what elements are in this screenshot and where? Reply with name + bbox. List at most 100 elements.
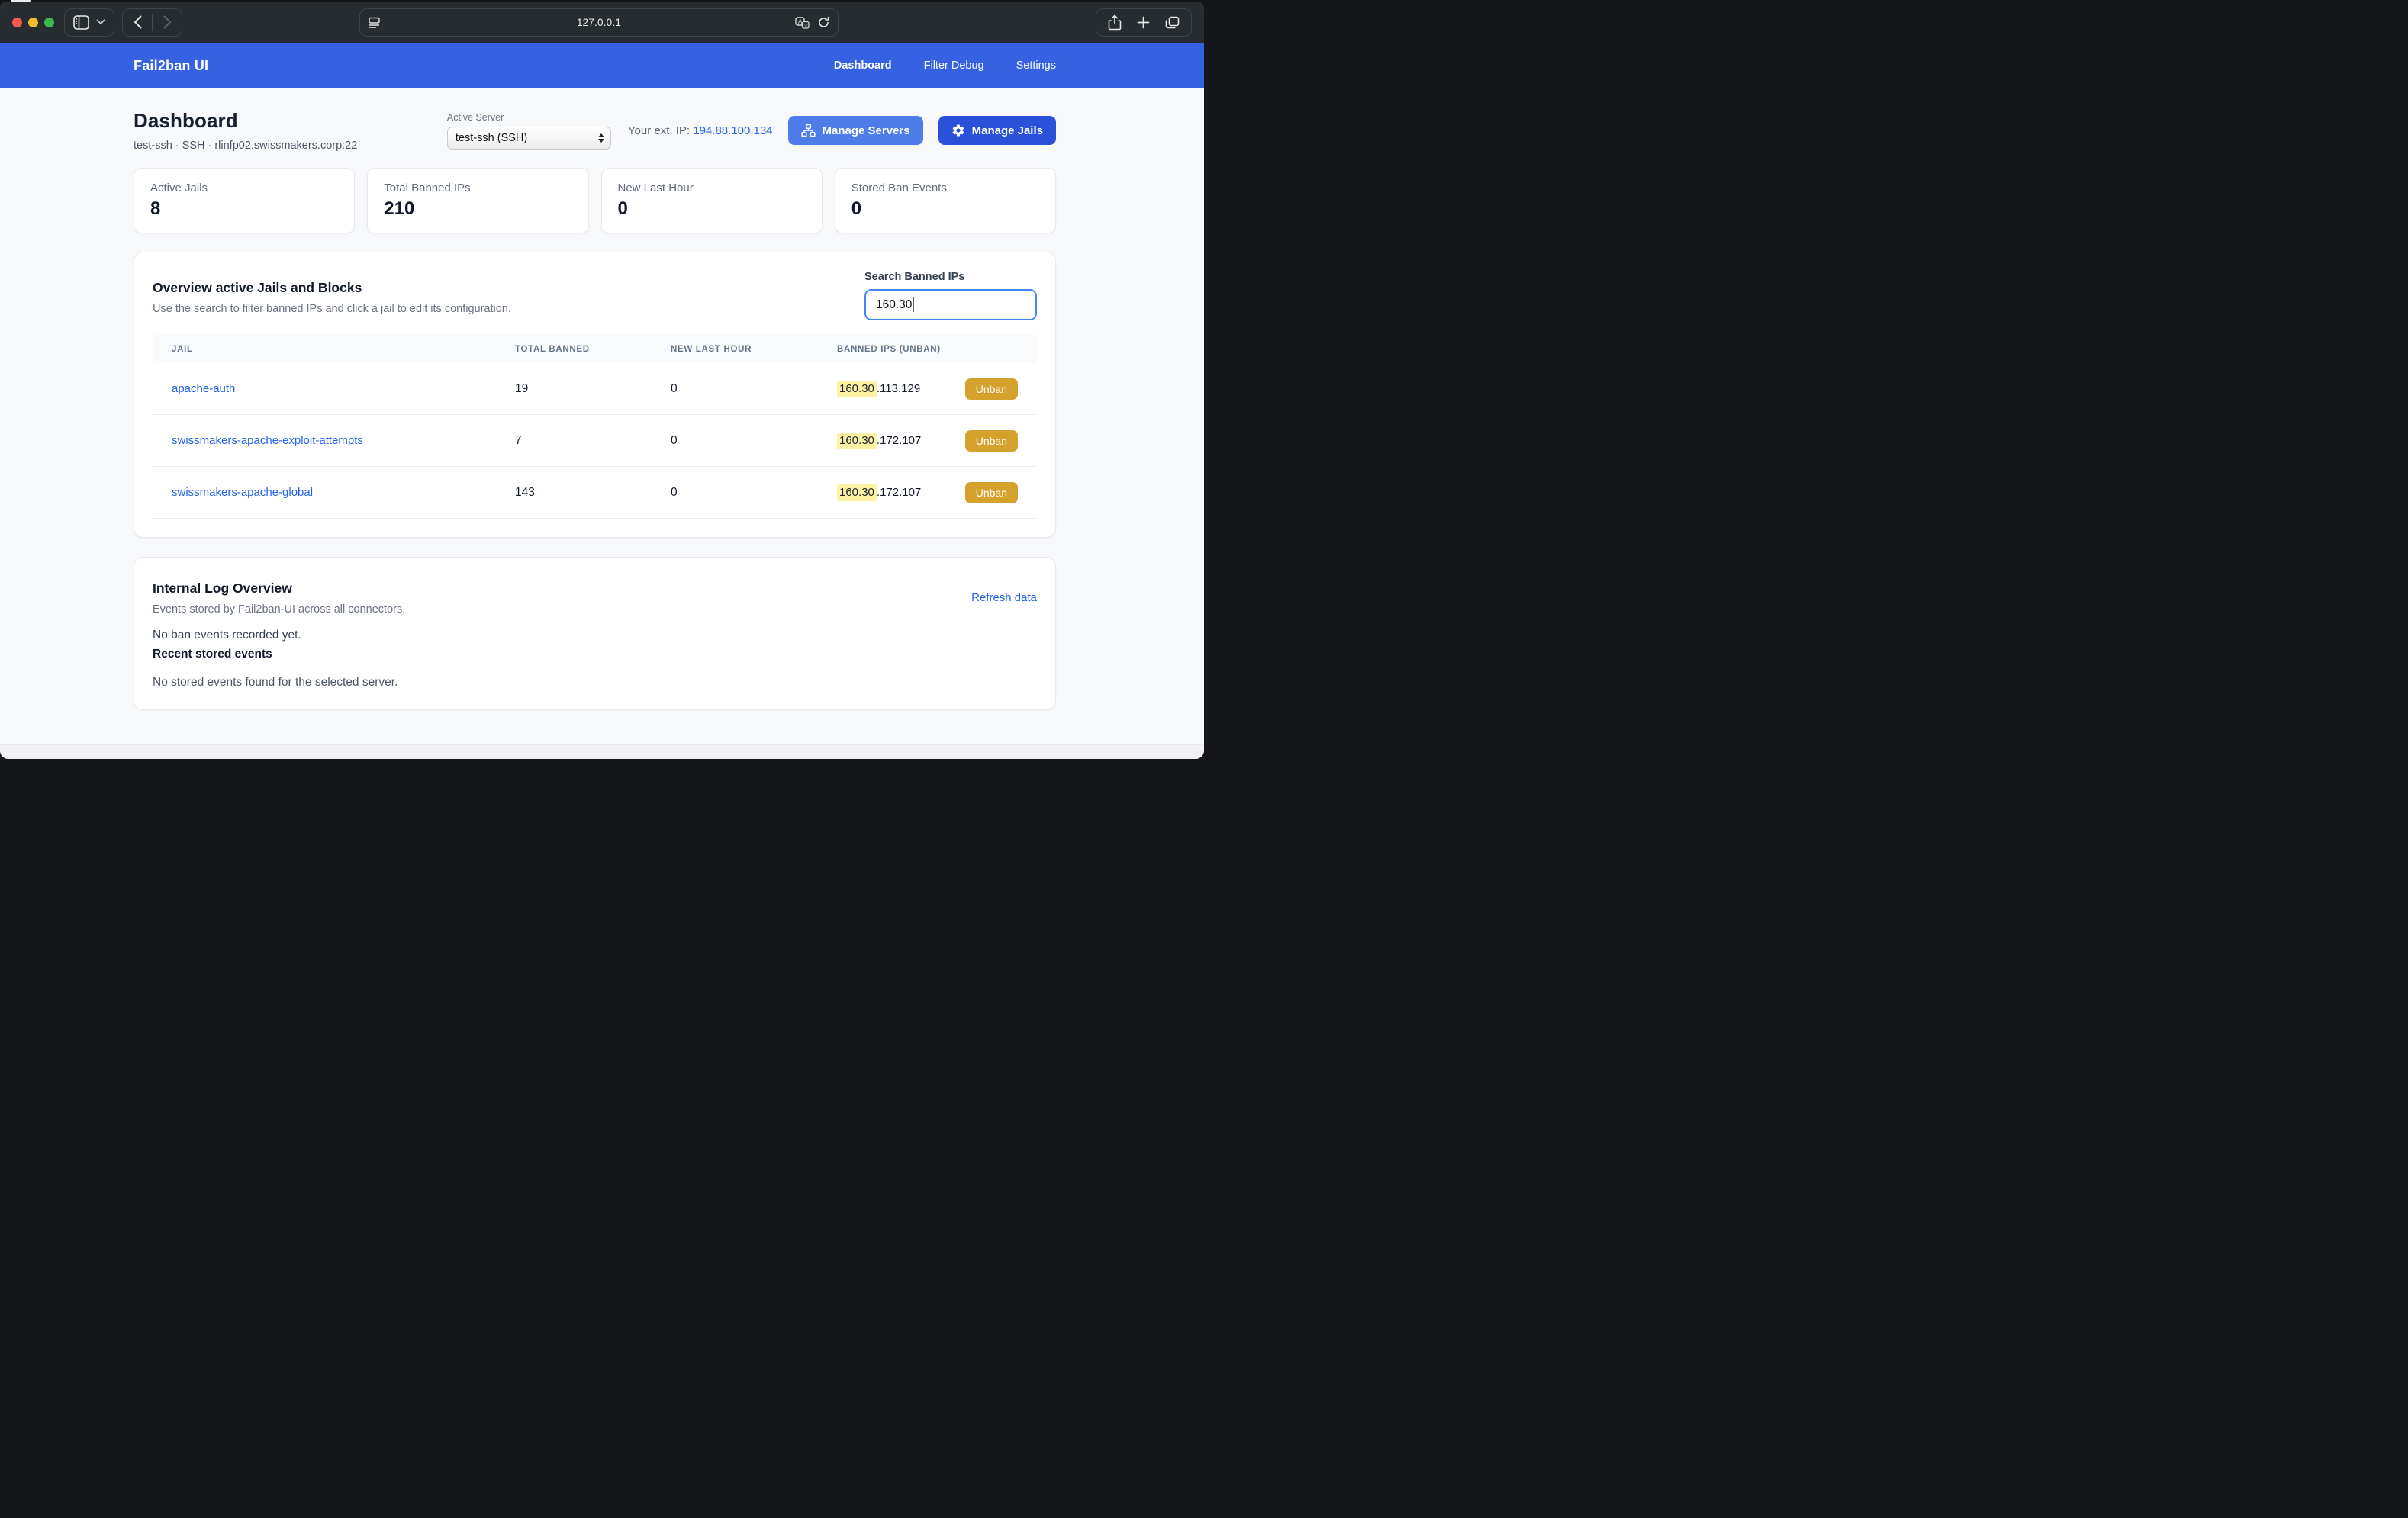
stat-cards: Active Jails 8 Total Banned IPs 210 New … (134, 168, 1056, 233)
browser-toolbar: 127.0.0.1 A ☆ (0, 2, 1204, 43)
search-input[interactable]: 160.30 (864, 289, 1037, 320)
sidebar-icon[interactable] (73, 15, 89, 30)
stat-value: 210 (384, 198, 571, 220)
ip-match-highlight: 160.30 (837, 433, 877, 449)
translate-icon[interactable]: A ☆ (795, 17, 810, 29)
back-button[interactable] (123, 9, 152, 36)
select-stepper-icon (598, 133, 604, 143)
search-input-value: 160.30 (876, 298, 912, 312)
browser-window: 127.0.0.1 A ☆ (0, 2, 1204, 759)
banned-ip: 160.30.172.107 (837, 486, 921, 499)
log-title: Internal Log Overview (153, 576, 405, 597)
search-group: Search Banned IPs 160.30 (864, 271, 1037, 320)
recent-stored-events-title: Recent stored events (153, 648, 1037, 661)
active-server-label: Active Server (447, 112, 611, 123)
forward-button[interactable] (153, 9, 182, 36)
manage-jails-label: Manage Jails (972, 124, 1043, 137)
stat-value: 8 (150, 198, 338, 220)
new-tab-icon[interactable] (1137, 16, 1150, 29)
text-caret (913, 297, 914, 312)
total-banned-value: 143 (515, 486, 671, 500)
close-window-button[interactable] (12, 18, 22, 27)
refresh-data-link[interactable]: Refresh data (971, 591, 1037, 616)
reload-icon[interactable] (817, 16, 830, 29)
active-server-value: test-ssh (SSH) (456, 132, 527, 144)
new-last-hour-value: 0 (671, 382, 837, 396)
total-banned-value: 19 (515, 382, 671, 396)
url-text: 127.0.0.1 (360, 17, 838, 28)
ip-match-highlight: 160.30 (837, 484, 877, 501)
sitemap-icon (801, 124, 816, 137)
stat-card-new-last-hour: New Last Hour 0 (601, 168, 823, 233)
zoom-window-button[interactable] (44, 18, 54, 27)
overview-card: Overview active Jails and Blocks Use the… (134, 252, 1056, 538)
unban-button[interactable]: Unban (965, 482, 1018, 503)
banned-ip: 160.30.172.107 (837, 434, 921, 447)
column-header-banned-ips: BANNED IPS (UNBAN) (837, 345, 1018, 354)
external-ip: Your ext. IP: 194.88.100.134 (628, 124, 773, 137)
log-subtitle: Events stored by Fail2ban-UI across all … (153, 603, 405, 616)
new-last-hour-value: 0 (671, 434, 837, 448)
nav-settings[interactable]: Settings (1016, 59, 1056, 72)
stat-label: Total Banned IPs (384, 182, 571, 195)
unban-button[interactable]: Unban (965, 430, 1018, 452)
overview-title: Overview active Jails and Blocks (153, 271, 511, 296)
stat-label: Active Jails (150, 182, 338, 195)
gear-icon (951, 124, 965, 137)
page-head: Dashboard test-ssh · SSH · rlinfp02.swis… (134, 88, 1056, 152)
external-ip-value[interactable]: 194.88.100.134 (693, 124, 772, 137)
stat-value: 0 (851, 198, 1039, 220)
chevron-down-icon[interactable] (96, 19, 105, 25)
tab-overview-icon[interactable] (1165, 16, 1180, 30)
page-body: Dashboard test-ssh · SSH · rlinfp02.swis… (0, 88, 1204, 744)
page-title: Dashboard (134, 109, 357, 133)
external-ip-label: Your ext. IP: (628, 124, 690, 137)
history-nav-group (122, 8, 182, 37)
share-icon[interactable] (1108, 14, 1122, 31)
minimize-window-button[interactable] (28, 18, 38, 27)
page-subtitle: test-ssh · SSH · rlinfp02.swissmakers.co… (134, 140, 357, 152)
jail-link[interactable]: swissmakers-apache-global (172, 486, 515, 499)
overview-subtitle: Use the search to filter banned IPs and … (153, 303, 511, 315)
ip-rest: .172.107 (877, 434, 921, 447)
jail-link[interactable]: swissmakers-apache-exploit-attempts (172, 434, 515, 447)
nav-filter-debug[interactable]: Filter Debug (924, 59, 984, 72)
table-row: swissmakers-apache-global 143 0 160.30.1… (153, 467, 1037, 519)
toolbar-right-actions (1096, 8, 1192, 37)
no-stored-events-text: No stored events found for the selected … (153, 676, 1037, 690)
address-bar[interactable]: 127.0.0.1 A ☆ (359, 8, 839, 37)
table-row: apache-auth 19 0 160.30.113.129 Unban (153, 363, 1037, 415)
ip-rest: .113.129 (877, 382, 920, 395)
search-label: Search Banned IPs (864, 271, 1037, 283)
svg-text:☆: ☆ (804, 22, 809, 28)
internal-log-card: Internal Log Overview Events stored by F… (134, 557, 1056, 710)
stat-value: 0 (618, 198, 806, 220)
new-last-hour-value: 0 (671, 486, 837, 500)
manage-servers-label: Manage Servers (823, 124, 910, 137)
ip-rest: .172.107 (877, 486, 921, 499)
jails-table: JAIL TOTAL BANNED NEW LAST HOUR BANNED I… (153, 335, 1037, 519)
column-header-jail: JAIL (172, 345, 515, 354)
stat-card-stored-ban-events: Stored Ban Events 0 (835, 168, 1056, 233)
window-footer (0, 744, 1204, 759)
traffic-lights (12, 18, 54, 27)
no-ban-events-text: No ban events recorded yet. (153, 629, 1037, 642)
top-nav: Dashboard Filter Debug Settings (834, 59, 1056, 72)
jail-link[interactable]: apache-auth (172, 382, 515, 395)
ip-match-highlight: 160.30 (837, 381, 877, 397)
active-server-group: Active Server test-ssh (SSH) (447, 112, 611, 150)
nav-dashboard[interactable]: Dashboard (834, 59, 892, 72)
banned-ip: 160.30.113.129 (837, 382, 920, 395)
manage-jails-button[interactable]: Manage Jails (938, 116, 1056, 145)
app-header: Fail2ban UI Dashboard Filter Debug Setti… (0, 43, 1204, 88)
stat-label: New Last Hour (618, 182, 806, 195)
table-row: swissmakers-apache-exploit-attempts 7 0 … (153, 415, 1037, 467)
total-banned-value: 7 (515, 434, 671, 448)
active-server-select[interactable]: test-ssh (SSH) (447, 127, 611, 150)
stat-card-active-jails: Active Jails 8 (134, 168, 355, 233)
column-header-new-last-hour: NEW LAST HOUR (671, 345, 837, 354)
app-brand: Fail2ban UI (134, 58, 208, 74)
unban-button[interactable]: Unban (965, 378, 1018, 400)
manage-servers-button[interactable]: Manage Servers (788, 116, 923, 145)
stat-label: Stored Ban Events (851, 182, 1039, 195)
